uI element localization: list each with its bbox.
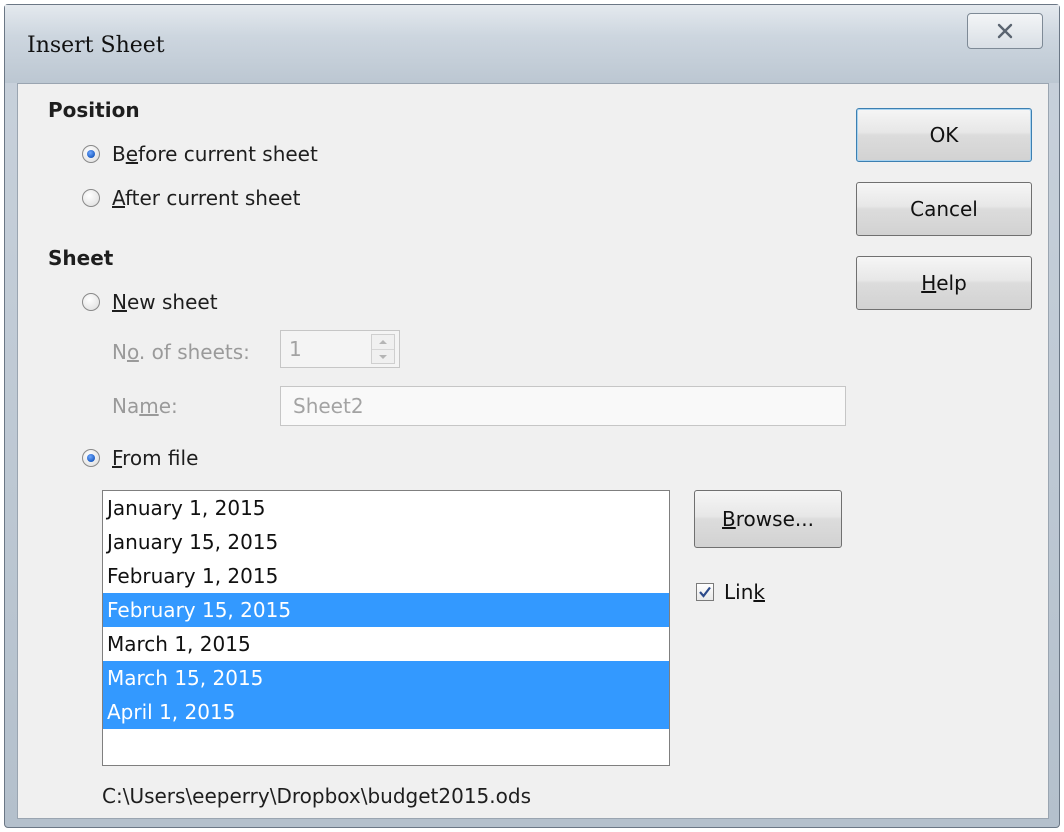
- sheet-name-value: Sheet2: [293, 394, 364, 418]
- cancel-button[interactable]: Cancel: [856, 182, 1032, 236]
- browse-button-access-key: B: [722, 507, 736, 531]
- sheet-name-input[interactable]: Sheet2: [280, 386, 846, 426]
- help-button-label: elp: [936, 271, 967, 295]
- dialog-title: Insert Sheet: [27, 33, 165, 58]
- file-sheets-listbox[interactable]: January 1, 2015 January 15, 2015 Februar…: [102, 490, 670, 766]
- title-bar[interactable]: Insert Sheet: [5, 5, 1059, 83]
- before-current-sheet-label: Before current sheet: [112, 142, 318, 166]
- list-item-selected[interactable]: February 15, 2015: [103, 593, 669, 627]
- link-checkbox-row[interactable]: Link: [696, 580, 765, 604]
- new-sheet-label: New sheet: [112, 290, 218, 314]
- no-of-sheets-value: 1: [289, 337, 302, 361]
- insert-sheet-dialog: Insert Sheet Position Before current she…: [4, 4, 1060, 828]
- radio-button-selected[interactable]: [82, 449, 100, 467]
- link-label: Link: [724, 580, 765, 604]
- list-item-selected[interactable]: April 1, 2015: [103, 695, 669, 729]
- no-of-sheets-spinbox[interactable]: 1: [280, 330, 400, 368]
- radio-button[interactable]: [82, 293, 100, 311]
- position-heading: Position: [48, 98, 140, 122]
- link-checkbox[interactable]: [696, 583, 714, 601]
- chevron-down-icon: [379, 354, 387, 359]
- radio-button-selected[interactable]: [82, 145, 100, 163]
- list-item[interactable]: January 15, 2015: [103, 525, 669, 559]
- dialog-body: Position Before current sheet After curr…: [17, 83, 1049, 819]
- spin-buttons[interactable]: [371, 334, 395, 364]
- radio-new-sheet[interactable]: New sheet: [82, 290, 218, 314]
- help-button-access-key: H: [921, 271, 937, 295]
- checkmark-icon: [699, 586, 711, 598]
- radio-from-file[interactable]: From file: [82, 446, 198, 470]
- no-of-sheets-label: No. of sheets:: [112, 340, 250, 364]
- after-current-sheet-label: After current sheet: [112, 186, 301, 210]
- from-file-label: From file: [112, 446, 199, 470]
- file-path: C:\Users\eeperry\Dropbox\budget2015.ods: [102, 784, 531, 808]
- radio-before-current-sheet[interactable]: Before current sheet: [82, 142, 318, 166]
- radio-after-current-sheet[interactable]: After current sheet: [82, 186, 300, 210]
- help-button[interactable]: Help: [856, 256, 1032, 310]
- ok-button[interactable]: OK: [856, 108, 1032, 162]
- name-label: Name:: [112, 394, 178, 418]
- list-item[interactable]: March 1, 2015: [103, 627, 669, 661]
- chevron-up-icon: [379, 340, 387, 344]
- radio-button[interactable]: [82, 189, 100, 207]
- close-icon: [997, 23, 1013, 39]
- browse-button[interactable]: Browse...: [694, 490, 842, 548]
- list-item-selected[interactable]: March 15, 2015: [103, 661, 669, 695]
- list-item[interactable]: February 1, 2015: [103, 559, 669, 593]
- spin-down-button[interactable]: [372, 349, 394, 363]
- sheet-heading: Sheet: [48, 246, 114, 270]
- close-button[interactable]: [967, 13, 1043, 49]
- browse-button-label: rowse...: [735, 507, 814, 531]
- spin-up-button[interactable]: [372, 335, 394, 349]
- list-item[interactable]: January 1, 2015: [103, 491, 669, 525]
